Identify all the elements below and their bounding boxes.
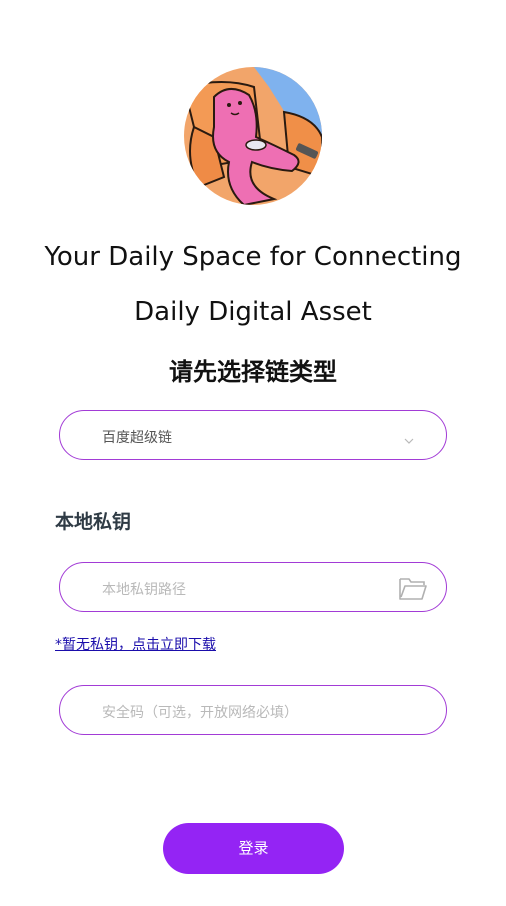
avatar (184, 67, 322, 205)
tagline-line-2: Daily Digital Asset (134, 297, 372, 327)
avatar-illustration (184, 67, 322, 205)
security-code-field[interactable]: 安全码（可选，开放网络必填） (59, 685, 447, 735)
chain-type-select[interactable]: 百度超级链 (59, 410, 447, 460)
security-code-placeholder: 安全码（可选，开放网络必填） (102, 705, 298, 721)
tagline-line-1: Your Daily Space for Connecting (44, 242, 462, 272)
chevron-down-icon (404, 431, 414, 444)
folder-icon[interactable] (398, 575, 428, 601)
private-key-path-placeholder: 本地私钥路径 (102, 582, 186, 598)
private-key-label: 本地私钥 (55, 511, 132, 533)
download-private-key-link[interactable]: *暂无私钥，点击立即下载 (55, 634, 216, 654)
chain-type-selected-value: 百度超级链 (102, 430, 172, 446)
chain-type-heading: 请先选择链类型 (169, 358, 337, 386)
login-button[interactable]: 登录 (163, 823, 344, 874)
private-key-path-field[interactable]: 本地私钥路径 (59, 562, 447, 612)
